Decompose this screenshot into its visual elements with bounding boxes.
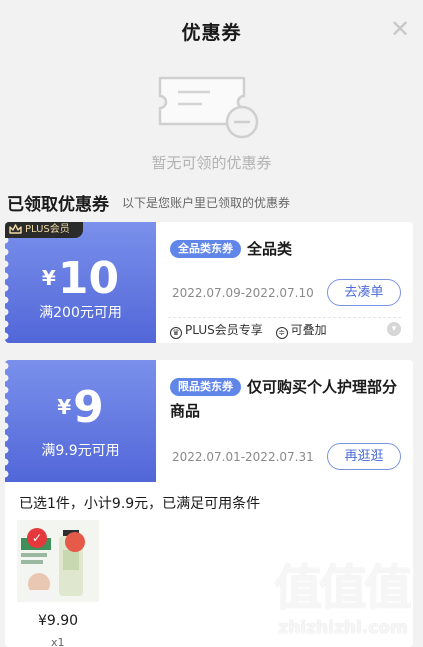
product-quantity: x1	[51, 636, 65, 647]
plus-member-badge: PLUS会员	[5, 222, 83, 238]
watermark: 值值值 zhizhizhi.com	[268, 560, 418, 640]
empty-state: 暂无可领的优惠券	[0, 62, 423, 184]
page-title: 优惠券	[181, 22, 242, 44]
coupon-value-panel: PLUS会员 ¥10 满200元可用	[5, 222, 156, 343]
coupon-amount: ¥10	[5, 253, 156, 304]
coupon-date: 2022.07.09-2022.07.10	[172, 286, 314, 300]
feature-plus-exclusive: ♛ PLUS会员专享	[170, 321, 263, 339]
coupon-tag: 限品类东券	[170, 378, 241, 396]
watermark-text: zhizhizhi.com	[278, 618, 408, 638]
claimed-subtitle: 以下是您账户里已领取的优惠券	[122, 196, 291, 210]
selection-summary: 已选1件，小计9.9元，已满足可用条件	[19, 496, 261, 512]
coupon-condition: 满200元可用	[39, 305, 122, 321]
coupon-card[interactable]: ¥9 满9.9元可用 限品类东券 仅可购买个人护理部分商品 2022.07.01-…	[5, 360, 413, 482]
coupon-title: 限品类东券 仅可购买个人护理部分商品	[170, 375, 401, 423]
coupon-amount-value: 10	[57, 253, 120, 304]
divider	[168, 317, 401, 318]
currency-symbol: ¥	[57, 395, 72, 419]
selected-check-icon[interactable]: ✓	[27, 528, 47, 548]
plus-badge-label: PLUS会员	[25, 224, 70, 235]
stack-icon: ≑	[275, 327, 288, 339]
feature-label: 可叠加	[290, 323, 327, 337]
currency-symbol: ¥	[41, 266, 56, 290]
claimed-title: 已领取优惠券	[7, 195, 109, 215]
crown-icon: ♛	[170, 327, 182, 339]
coupon-tag: 全品类东券	[170, 240, 241, 258]
close-icon[interactable]: ✕	[387, 16, 413, 42]
crown-icon	[9, 224, 22, 234]
coupon-title-text: 全品类	[247, 240, 293, 258]
go-add-items-button[interactable]: 去凑单	[327, 279, 401, 306]
feature-stackable: ≑ 可叠加	[275, 321, 327, 339]
coupon-date: 2022.07.01-2022.07.31	[172, 450, 314, 464]
product-price: ¥9.90	[38, 613, 79, 629]
coupon-features: ♛ PLUS会员专享 ≑ 可叠加	[170, 321, 336, 339]
header: 优惠券 ✕	[0, 0, 423, 62]
feature-label: PLUS会员专享	[185, 323, 263, 337]
coupon-amount: ¥9	[5, 382, 156, 433]
browse-more-button[interactable]: 再逛逛	[327, 443, 401, 470]
empty-text: 暂无可领的优惠券	[151, 154, 272, 172]
coupon-title: 全品类东券 全品类	[170, 237, 401, 261]
coupon-condition: 满9.9元可用	[41, 443, 120, 459]
coupon-value-panel: ¥9 满9.9元可用	[5, 360, 156, 482]
chevron-down-icon[interactable]: ▾	[387, 322, 401, 336]
coupon-amount-value: 9	[73, 382, 104, 433]
empty-coupon-icon	[158, 76, 259, 139]
coupon-card[interactable]: PLUS会员 ¥10 满200元可用 全品类东券 全品类 2022.07.09-2…	[5, 222, 413, 343]
watermark-logo: 值值值	[274, 560, 412, 616]
